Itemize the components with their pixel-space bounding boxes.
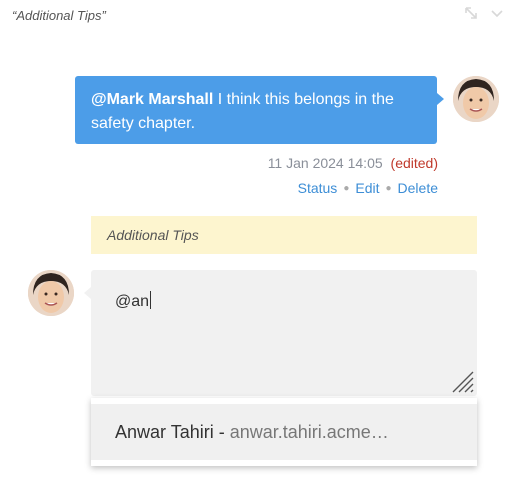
suggestion-email: anwar.tahiri.acme… [229, 421, 389, 442]
chevron-down-icon[interactable] [490, 6, 504, 20]
comment-bubble: @Mark Marshall I think this belongs in t… [75, 76, 444, 144]
reference-bar: Additional Tips [91, 216, 477, 254]
compose-pointer [84, 287, 91, 299]
collapse-icon[interactable] [464, 6, 478, 20]
edit-link[interactable]: Edit [355, 180, 379, 196]
reference-text: Additional Tips [107, 227, 199, 243]
thread-title: “Additional Tips” [12, 8, 106, 23]
edited-label: (edited) [390, 155, 438, 171]
header-controls [464, 6, 504, 20]
avatar [28, 270, 74, 316]
comment-timestamp: 11 Jan 2024 14:05 [267, 155, 383, 171]
comment-meta: 11 Jan 2024 14:05 (edited) [268, 155, 438, 171]
text-caret [150, 291, 152, 309]
avatar [453, 76, 499, 122]
comment-input-value[interactable]: @an [115, 291, 152, 311]
separator-dot: ● [343, 182, 350, 194]
resize-grip-icon[interactable] [449, 368, 475, 394]
status-link[interactable]: Status [298, 180, 338, 196]
mention-link[interactable]: @Mark Marshall [91, 91, 213, 108]
suggestion-item[interactable]: Anwar Tahiri - anwar.tahiri.acme… [91, 404, 477, 460]
delete-link[interactable]: Delete [398, 180, 438, 196]
mention-suggestions: Anwar Tahiri - anwar.tahiri.acme… [91, 398, 477, 466]
suggestion-separator: - [213, 421, 230, 442]
suggestion-name: Anwar Tahiri [115, 421, 214, 442]
separator-dot: ● [385, 182, 392, 194]
comment-actions: Status ● Edit ● Delete [298, 180, 438, 196]
comment-input[interactable]: @an [91, 270, 477, 396]
